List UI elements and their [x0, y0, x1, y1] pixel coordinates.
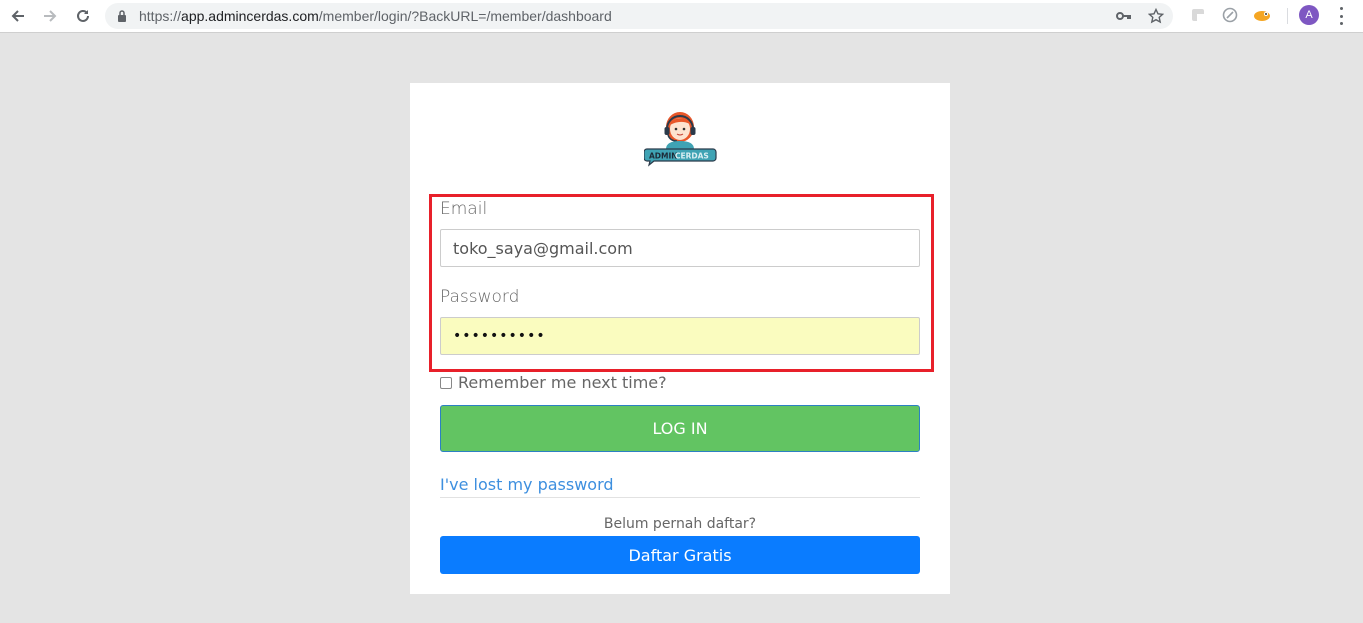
remember-me-checkbox[interactable]: [440, 376, 452, 389]
extension-icon-1[interactable]: [1189, 6, 1207, 24]
divider: [440, 497, 920, 498]
lock-icon: [118, 10, 126, 22]
url-text: https://app.admincerdas.com/member/login…: [139, 8, 612, 24]
address-bar[interactable]: https://app.admincerdas.com/member/login…: [105, 3, 1173, 29]
star-icon[interactable]: [1147, 7, 1165, 25]
svg-text:ADMIN: ADMIN: [649, 152, 678, 161]
signup-prompt: Belum pernah daftar?: [603, 516, 757, 532]
extension-icon-2[interactable]: [1221, 6, 1239, 24]
arrow-left-icon: [11, 10, 24, 22]
key-icon[interactable]: [1115, 7, 1133, 25]
login-button[interactable]: LOG IN: [440, 405, 920, 452]
lost-password-link[interactable]: I've lost my password: [440, 475, 614, 494]
reload-icon: [77, 9, 89, 22]
browser-toolbar: https://app.admincerdas.com/member/login…: [0, 0, 1363, 33]
profile-avatar[interactable]: A: [1299, 5, 1319, 25]
email-label: Email: [440, 199, 488, 219]
forward-button[interactable]: [38, 5, 62, 27]
toolbar-separator: [1287, 8, 1288, 24]
login-card: ADMIN CERDAS Email toko_saya@gmail.com P…: [410, 83, 950, 594]
browser-menu-button[interactable]: [1333, 7, 1349, 25]
signup-button[interactable]: Daftar Gratis: [440, 536, 920, 574]
remember-me-row: Remember me next time?: [440, 373, 667, 392]
admincerdas-logo: ADMIN CERDAS: [643, 111, 718, 167]
remember-me-label[interactable]: Remember me next time?: [458, 373, 667, 392]
back-button[interactable]: [6, 5, 30, 27]
arrow-right-icon: [44, 10, 57, 22]
svg-text:CERDAS: CERDAS: [675, 152, 709, 161]
email-input[interactable]: toko_saya@gmail.com: [440, 229, 920, 267]
password-label: Password: [440, 287, 520, 307]
reload-button[interactable]: [71, 5, 95, 27]
password-input[interactable]: ••••••••••: [440, 317, 920, 355]
extension-icon-3[interactable]: [1253, 6, 1271, 24]
